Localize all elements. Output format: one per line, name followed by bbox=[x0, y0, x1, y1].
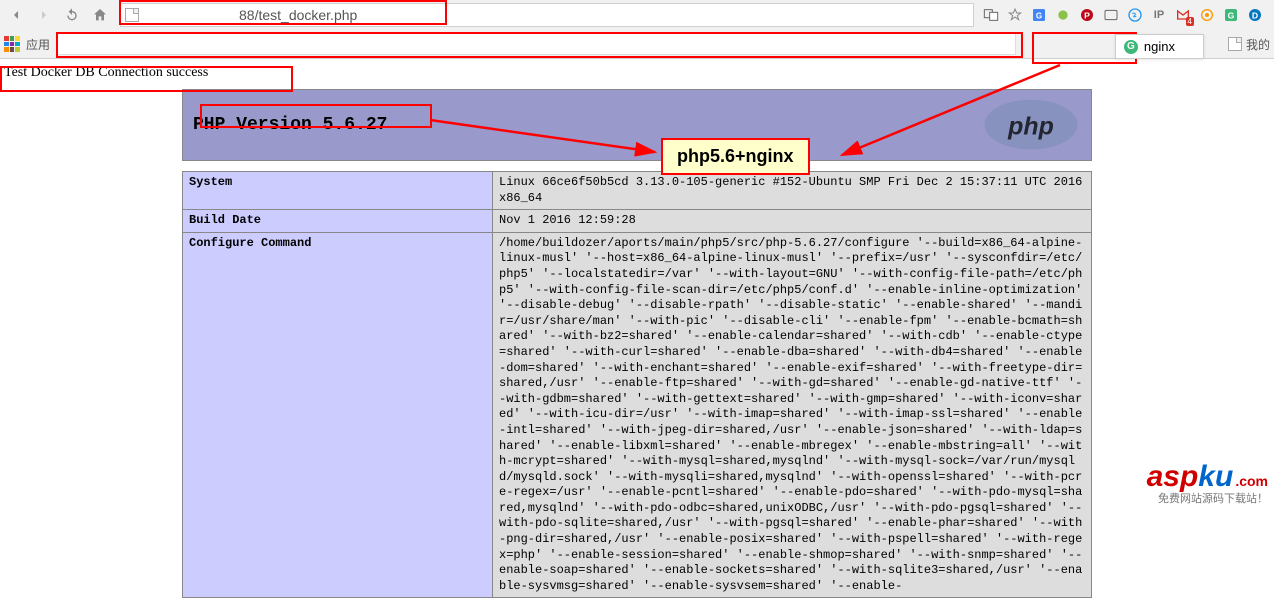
star-icon[interactable] bbox=[1006, 6, 1024, 24]
phpinfo-header: PHP Version 5.6.27 php bbox=[182, 89, 1092, 161]
gmail-icon[interactable]: 4 bbox=[1174, 6, 1192, 24]
phpinfo-section: PHP Version 5.6.27 php System Linux 66ce… bbox=[182, 89, 1092, 598]
table-row: Build Date Nov 1 2016 12:59:28 bbox=[183, 210, 1092, 233]
watermark-asp: asp bbox=[1147, 460, 1199, 493]
watermark-com: .com bbox=[1235, 473, 1268, 489]
watermark-sub: 免费网站源码下载站！ bbox=[1147, 490, 1268, 506]
ext-icon-1[interactable] bbox=[1102, 6, 1120, 24]
svg-text:G: G bbox=[1036, 11, 1042, 20]
forward-button[interactable] bbox=[32, 3, 56, 27]
folder-icon bbox=[1228, 37, 1242, 51]
row-key: Build Date bbox=[183, 210, 493, 233]
grammarly-icon[interactable]: G bbox=[1222, 6, 1240, 24]
google-ext-icon[interactable]: G bbox=[1030, 6, 1048, 24]
row-val: /home/buildozer/aports/main/php5/src/php… bbox=[493, 232, 1092, 598]
page-body: Test Docker DB Connection success PHP Ve… bbox=[0, 59, 1274, 598]
url-host-hidden bbox=[139, 8, 239, 22]
apps-label[interactable]: 应用 bbox=[26, 36, 50, 53]
row-val: Linux 66ce6f50b5cd 3.13.0-105-generic #1… bbox=[493, 172, 1092, 210]
browser-chrome: 88/test_docker.php G P IP 4 G D 应用 G ngi… bbox=[0, 0, 1274, 59]
row-key: System bbox=[183, 172, 493, 210]
bookmark-search-bar[interactable] bbox=[56, 33, 1016, 55]
sogou-icon[interactable] bbox=[1126, 6, 1144, 24]
svg-text:G: G bbox=[1228, 10, 1235, 20]
back-button[interactable] bbox=[4, 3, 28, 27]
watermark: aspku.com 免费网站源码下载站！ bbox=[1147, 460, 1268, 506]
phpinfo-table: System Linux 66ce6f50b5cd 3.13.0-105-gen… bbox=[182, 171, 1092, 598]
address-bar[interactable]: 88/test_docker.php bbox=[120, 3, 974, 27]
db-connection-message: Test Docker DB Connection success bbox=[4, 65, 1270, 81]
svg-text:P: P bbox=[1084, 10, 1090, 20]
annotation-center-label: php5.6+nginx bbox=[661, 138, 810, 175]
php-version-label: PHP Version 5.6.27 bbox=[193, 115, 387, 135]
tooltip-text: nginx bbox=[1144, 39, 1175, 54]
d-ext-icon[interactable]: D bbox=[1246, 6, 1264, 24]
svg-text:D: D bbox=[1252, 10, 1258, 20]
svg-text:php: php bbox=[1007, 113, 1054, 141]
green-dot-icon[interactable] bbox=[1054, 6, 1072, 24]
ip-icon[interactable]: IP bbox=[1150, 6, 1168, 24]
table-row: System Linux 66ce6f50b5cd 3.13.0-105-gen… bbox=[183, 172, 1092, 210]
row-val: Nov 1 2016 12:59:28 bbox=[493, 210, 1092, 233]
php-logo: php bbox=[981, 98, 1081, 152]
orange-circle-icon[interactable] bbox=[1198, 6, 1216, 24]
tooltip-g-icon: G bbox=[1124, 40, 1138, 54]
watermark-ku: ku bbox=[1198, 460, 1233, 493]
apps-grid-icon[interactable] bbox=[4, 36, 20, 52]
table-row: Configure Command /home/buildozer/aports… bbox=[183, 232, 1092, 598]
home-button[interactable] bbox=[88, 3, 112, 27]
pinterest-icon[interactable]: P bbox=[1078, 6, 1096, 24]
page-icon bbox=[125, 8, 139, 22]
reload-button[interactable] bbox=[60, 3, 84, 27]
bookmark-row: 应用 G nginx 我的 bbox=[0, 30, 1274, 58]
nginx-tooltip: G nginx bbox=[1115, 34, 1204, 59]
toolbar-icons: G P IP 4 G D bbox=[982, 6, 1270, 24]
translate-icon[interactable] bbox=[982, 6, 1000, 24]
nav-row: 88/test_docker.php G P IP 4 G D bbox=[0, 0, 1274, 30]
row-key: Configure Command bbox=[183, 232, 493, 598]
other-bookmarks[interactable]: 我的 bbox=[1228, 36, 1270, 53]
url-path: 88/test_docker.php bbox=[239, 7, 357, 23]
